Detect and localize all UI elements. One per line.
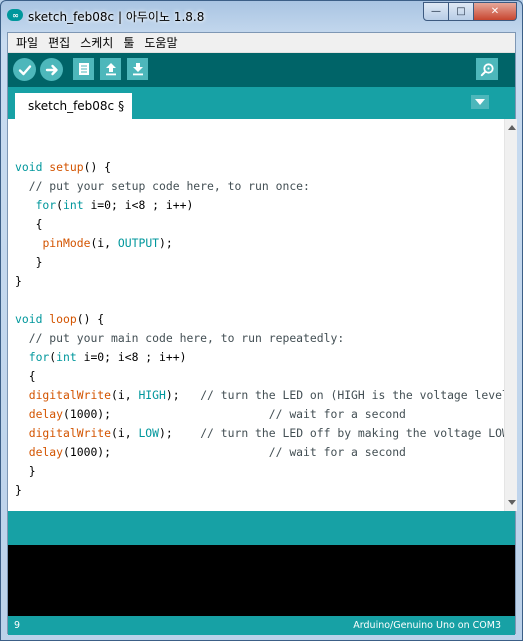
title-bar[interactable]: ∞ sketch_feb08c | 아두이노 1.8.8 — □ ✕ [1,1,522,31]
code-line[interactable]: digitalWrite(i, LOW); // turn the LED of… [15,424,516,443]
ide-client-area: 파일 편집 스케치 툴 도움말 sketch_feb08c § void set… [7,32,517,635]
window-controls: — □ ✕ [423,2,517,21]
code-line[interactable]: pinMode(i, OUTPUT); [15,234,516,253]
tab-label: sketch_feb08c [28,99,115,113]
code-text[interactable]: void setup() { // put your setup code he… [15,139,516,500]
code-line[interactable]: digitalWrite(i, HIGH); // turn the LED o… [15,386,516,405]
upload-button[interactable] [40,58,63,81]
scroll-up-icon[interactable] [508,125,516,130]
save-button[interactable] [127,58,148,80]
open-button[interactable] [100,58,121,80]
scroll-down-icon[interactable] [508,500,516,505]
menu-tools[interactable]: 툴 [118,34,139,51]
code-line[interactable]: } [15,481,516,500]
close-button[interactable]: ✕ [474,2,517,21]
menu-file[interactable]: 파일 [11,34,43,51]
line-number: 9 [14,620,21,631]
upload-icon [45,64,58,75]
code-line[interactable]: for(int i=0; i<8 ; i++) [15,196,516,215]
status-bar: 9 Arduino/Genuino Uno on COM3 [8,616,515,635]
minimize-button[interactable]: — [423,2,449,21]
code-line[interactable]: delay(1000); // wait for a second [15,405,516,424]
open-icon [105,63,116,76]
toolbar [8,53,515,87]
code-line[interactable]: // put your setup code here, to run once… [15,177,516,196]
code-line[interactable]: void setup() { [15,158,516,177]
arduino-logo-icon: ∞ [7,9,23,21]
tab-sketch[interactable]: sketch_feb08c § [15,93,133,119]
save-icon [132,63,143,76]
code-line[interactable]: delay(1000); // wait for a second [15,443,516,462]
app-window: ∞ sketch_feb08c | 아두이노 1.8.8 — □ ✕ 파일 편집… [0,0,523,641]
code-line[interactable]: { [15,215,516,234]
vertical-scrollbar[interactable] [504,119,517,511]
menu-bar: 파일 편집 스케치 툴 도움말 [8,33,515,53]
new-icon [78,63,89,75]
magnifier-icon [480,62,494,76]
maximize-icon: □ [456,6,466,17]
verify-button[interactable] [13,58,36,81]
tab-bar: sketch_feb08c § [8,87,515,119]
window-title: sketch_feb08c | 아두이노 1.8.8 [28,10,205,24]
chevron-down-icon [475,99,485,105]
minimize-icon: — [431,6,441,17]
board-port: Arduino/Genuino Uno on COM3 [353,620,501,631]
code-line[interactable] [15,139,516,158]
new-sketch-button[interactable] [73,58,94,80]
code-line[interactable]: } [15,462,516,481]
verify-icon [18,64,31,75]
code-line[interactable]: { [15,367,516,386]
menu-sketch[interactable]: 스케치 [75,34,118,51]
code-line[interactable] [15,291,516,310]
code-line[interactable]: } [15,253,516,272]
menu-edit[interactable]: 편집 [43,34,75,51]
code-line[interactable]: for(int i=0; i<8 ; i++) [15,348,516,367]
tab-menu-button[interactable] [471,95,489,109]
code-line[interactable]: } [15,272,516,291]
tab-modified-marker: § [118,99,125,113]
maximize-button[interactable]: □ [449,2,474,21]
code-line[interactable]: // put your main code here, to run repea… [15,329,516,348]
console-output[interactable] [8,545,515,616]
close-icon: ✕ [490,6,500,17]
serial-monitor-button[interactable] [476,58,498,80]
message-area [8,511,515,545]
code-line[interactable]: void loop() { [15,310,516,329]
code-editor[interactable]: void setup() { // put your setup code he… [8,119,517,511]
menu-help[interactable]: 도움말 [139,34,182,51]
